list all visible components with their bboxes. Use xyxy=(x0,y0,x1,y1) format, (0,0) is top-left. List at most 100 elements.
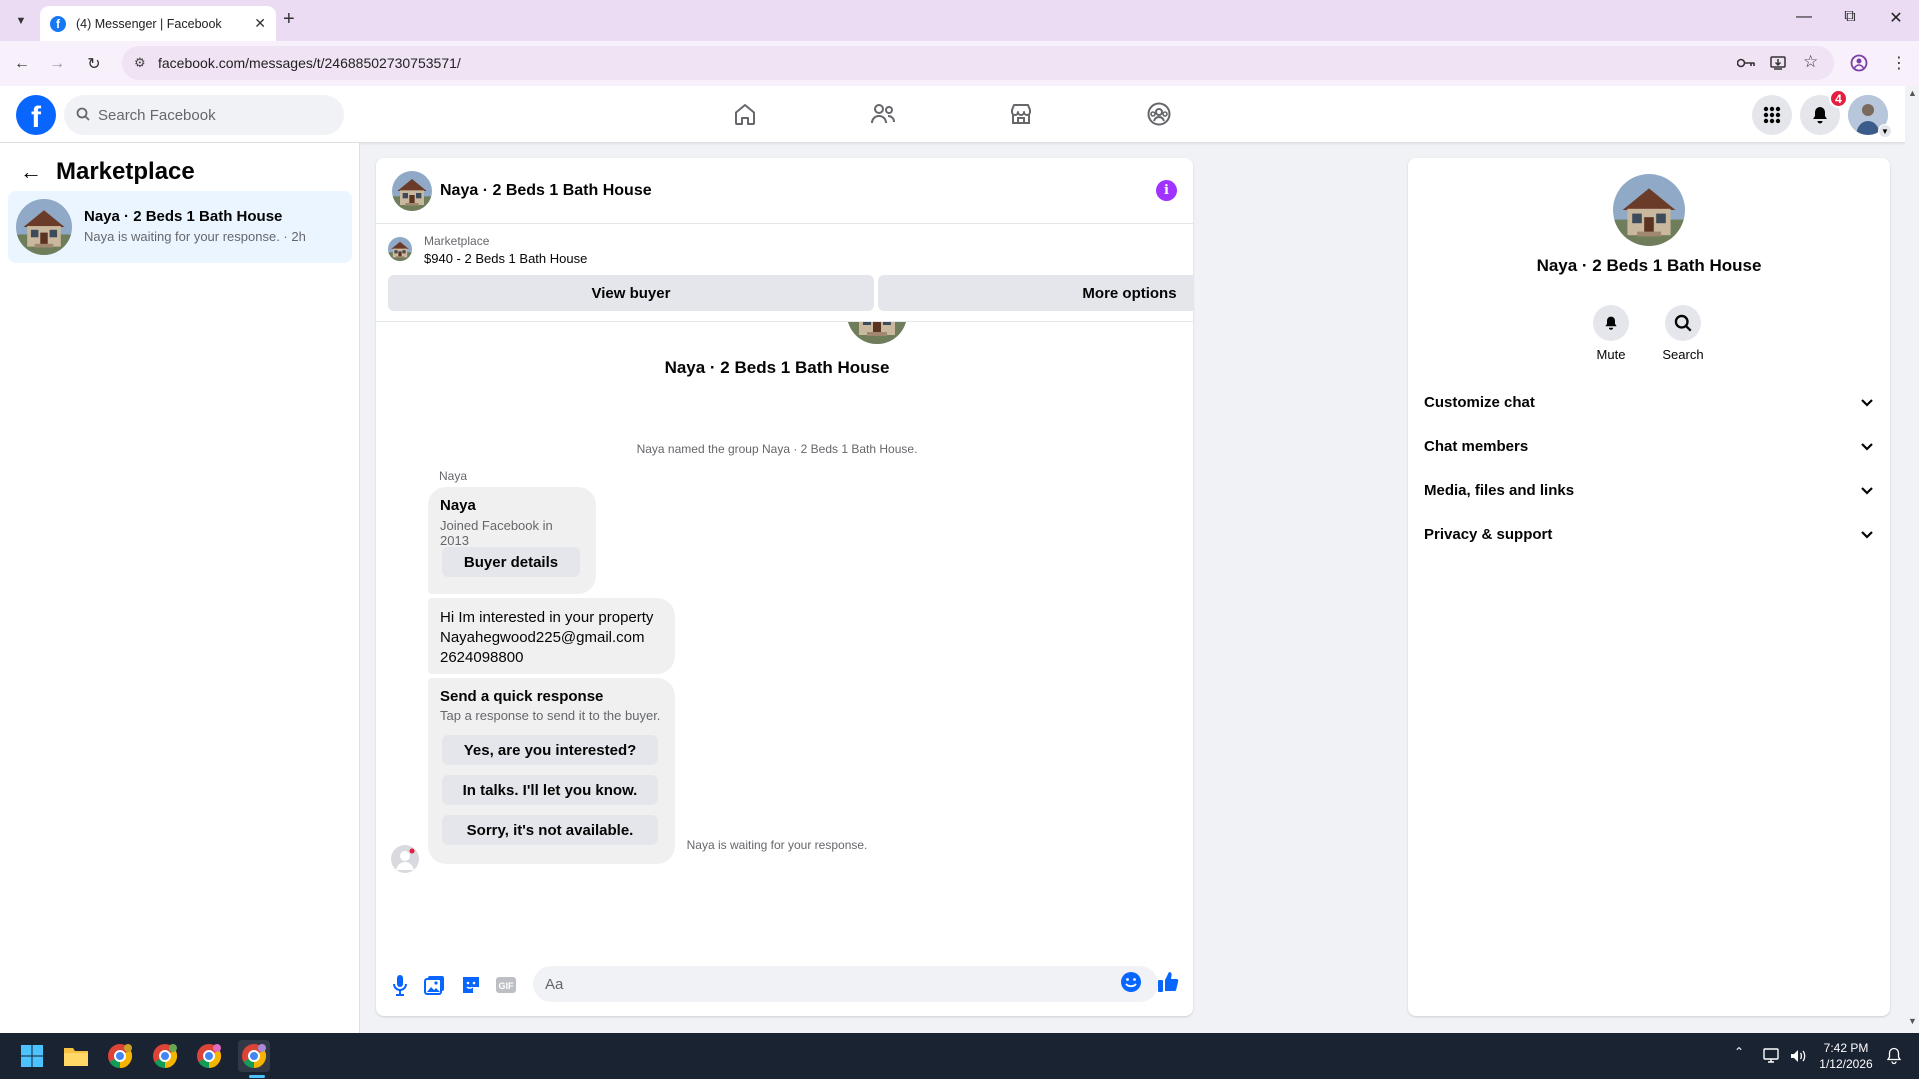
nav-friends-icon[interactable] xyxy=(863,94,903,134)
quick-response-option[interactable]: In talks. I'll let you know. xyxy=(442,775,658,805)
search-action[interactable]: Search xyxy=(1653,305,1713,362)
tab-title: (4) Messenger | Facebook xyxy=(76,16,222,31)
message-sender-name: Naya xyxy=(439,469,468,483)
volume-icon[interactable] xyxy=(1789,1048,1807,1064)
forward-icon[interactable]: → xyxy=(45,52,69,76)
show-hidden-icons-chevron-icon[interactable]: ⌃ xyxy=(1734,1045,1744,1059)
facebook-search-box[interactable] xyxy=(64,95,344,135)
windows-taskbar: ⌃ 7:42 PM 1/12/2026 xyxy=(0,1033,1919,1079)
conversation-name: Naya · 2 Beds 1 Bath House xyxy=(84,208,283,225)
message-input[interactable] xyxy=(533,966,1158,1002)
sticker-icon[interactable] xyxy=(457,971,485,999)
site-info-icon[interactable]: ⚙ xyxy=(134,55,146,71)
install-app-icon[interactable] xyxy=(1770,55,1786,71)
address-bar[interactable]: ⚙ facebook.com/messages/t/24688502730753… xyxy=(122,46,1834,80)
sidebar-title: Marketplace xyxy=(56,158,195,185)
marketplace-sidebar: ← Marketplace Naya · 2 Beds 1 Bath House… xyxy=(0,143,360,1033)
chevron-down-icon xyxy=(1861,530,1873,539)
page-scrollbar[interactable]: ▲ ▼ xyxy=(1905,86,1919,1033)
buyer-name: Naya xyxy=(440,497,476,514)
active-app-indicator xyxy=(249,1075,265,1078)
password-key-icon[interactable] xyxy=(1737,57,1755,69)
url-text[interactable]: facebook.com/messages/t/2468850273075357… xyxy=(158,55,461,71)
view-buyer-button[interactable]: View buyer xyxy=(388,275,874,311)
message-line: 2624098800 xyxy=(440,649,524,666)
thumbs-up-like-icon[interactable] xyxy=(1154,968,1182,996)
listing-mini-thumbnail[interactable] xyxy=(388,237,412,261)
minimize-window-icon[interactable]: — xyxy=(1794,8,1814,26)
nav-marketplace-icon[interactable] xyxy=(1001,94,1041,134)
back-arrow-icon[interactable]: ← xyxy=(20,159,42,185)
search-icon[interactable] xyxy=(1665,305,1701,341)
mute-action[interactable]: Mute xyxy=(1581,305,1641,362)
account-chevron-down-icon[interactable]: ▼ xyxy=(1878,124,1892,138)
chrome-profile-2-icon[interactable] xyxy=(149,1040,181,1072)
nav-home-icon[interactable] xyxy=(725,94,765,134)
details-name: Naya · 2 Beds 1 Bath House xyxy=(1536,256,1762,275)
page-scroll-up-icon[interactable]: ▲ xyxy=(1908,88,1917,98)
marketplace-label: Marketplace xyxy=(424,234,490,248)
bookmark-star-icon[interactable]: ☆ xyxy=(1803,52,1818,72)
group-named-system-message: Naya named the group Naya · 2 Beds 1 Bat… xyxy=(636,442,918,456)
restore-window-icon[interactable]: ⧉ xyxy=(1840,8,1860,26)
voice-clip-icon[interactable] xyxy=(386,971,414,999)
back-icon[interactable]: ← xyxy=(10,52,34,76)
tab-close-icon[interactable]: ✕ xyxy=(254,15,266,32)
chrome-profile-3-icon[interactable] xyxy=(193,1040,225,1072)
gif-icon[interactable]: GIF xyxy=(492,971,520,999)
page-scroll-down-icon[interactable]: ▼ xyxy=(1908,1016,1917,1026)
menu-grid-icon[interactable] xyxy=(1752,95,1792,135)
nav-groups-icon[interactable] xyxy=(1139,94,1179,134)
search-label: Search xyxy=(1662,347,1704,362)
section-label: Chat members xyxy=(1424,437,1529,455)
details-avatar[interactable] xyxy=(1613,174,1685,246)
more-options-button[interactable]: More options xyxy=(878,275,1193,311)
chrome-profile-active-icon[interactable] xyxy=(238,1040,270,1072)
close-window-icon[interactable]: ✕ xyxy=(1886,8,1906,28)
system-clock[interactable]: 7:42 PM 1/12/2026 xyxy=(1812,1040,1880,1072)
facebook-logo[interactable]: f xyxy=(16,95,56,135)
tab-search-dropdown-icon[interactable]: ▼ xyxy=(10,10,32,32)
thread-header-avatar xyxy=(847,322,907,344)
mute-label: Mute xyxy=(1596,347,1626,362)
listing-price-title[interactable]: $940 - 2 Beds 1 Bath House xyxy=(424,251,587,266)
browser-toolbar: ← → ↻ ⚙ facebook.com/messages/t/24688502… xyxy=(0,41,1919,86)
facebook-top-nav: f 4 ▼ xyxy=(0,86,1905,143)
profile-account-icon[interactable] xyxy=(1850,54,1868,72)
new-tab-button[interactable]: + xyxy=(283,8,295,31)
chevron-down-icon xyxy=(1861,398,1873,407)
quick-response-option[interactable]: Yes, are you interested? xyxy=(442,735,658,765)
conversation-info-icon[interactable]: i xyxy=(1156,180,1177,201)
reload-icon[interactable]: ↻ xyxy=(82,52,106,76)
attach-photo-icon[interactable] xyxy=(421,971,449,999)
browser-tab-active[interactable]: f (4) Messenger | Facebook ✕ xyxy=(40,6,276,41)
file-explorer-icon[interactable] xyxy=(60,1040,92,1072)
buyer-message-bubble[interactable]: Hi Im interested in your property Nayahe… xyxy=(428,598,675,674)
network-icon[interactable] xyxy=(1763,1048,1781,1064)
quick-response-subtitle: Tap a response to send it to the buyer. xyxy=(440,708,661,723)
chat-header: Naya · 2 Beds 1 Bath House i xyxy=(376,158,1193,224)
customize-chat-section[interactable]: Customize chat xyxy=(1416,380,1882,424)
waiting-status-message: Naya is waiting for your response. xyxy=(686,838,868,852)
svg-text:GIF: GIF xyxy=(499,981,515,991)
chat-avatar[interactable] xyxy=(392,171,432,211)
buyer-details-button[interactable]: Buyer details xyxy=(442,547,580,577)
notification-center-bell-icon[interactable] xyxy=(1886,1047,1902,1065)
conversation-list-item[interactable]: Naya · 2 Beds 1 Bath House Naya is waiti… xyxy=(8,191,352,263)
media-files-links-section[interactable]: Media, files and links xyxy=(1416,468,1882,512)
chevron-down-icon xyxy=(1861,442,1873,451)
bell-icon[interactable] xyxy=(1593,305,1629,341)
privacy-support-section[interactable]: Privacy & support xyxy=(1416,512,1882,556)
emoji-icon[interactable] xyxy=(1117,968,1145,996)
message-thread: Naya · 2 Beds 1 Bath House Naya named th… xyxy=(376,322,1193,952)
notification-count-badge: 4 xyxy=(1829,89,1848,108)
buyer-profile-card: Naya Joined Facebook in 2013 Buyer detai… xyxy=(428,487,596,594)
windows-start-icon[interactable] xyxy=(16,1040,48,1072)
chrome-profile-1-icon[interactable] xyxy=(104,1040,136,1072)
browser-menu-icon[interactable]: ⋮ xyxy=(1891,53,1907,73)
chat-title[interactable]: Naya · 2 Beds 1 Bath House xyxy=(440,182,652,200)
listing-thumbnail xyxy=(16,199,72,255)
chat-members-section[interactable]: Chat members xyxy=(1416,424,1882,468)
search-input[interactable] xyxy=(98,106,318,124)
quick-response-title: Send a quick response xyxy=(440,688,604,705)
